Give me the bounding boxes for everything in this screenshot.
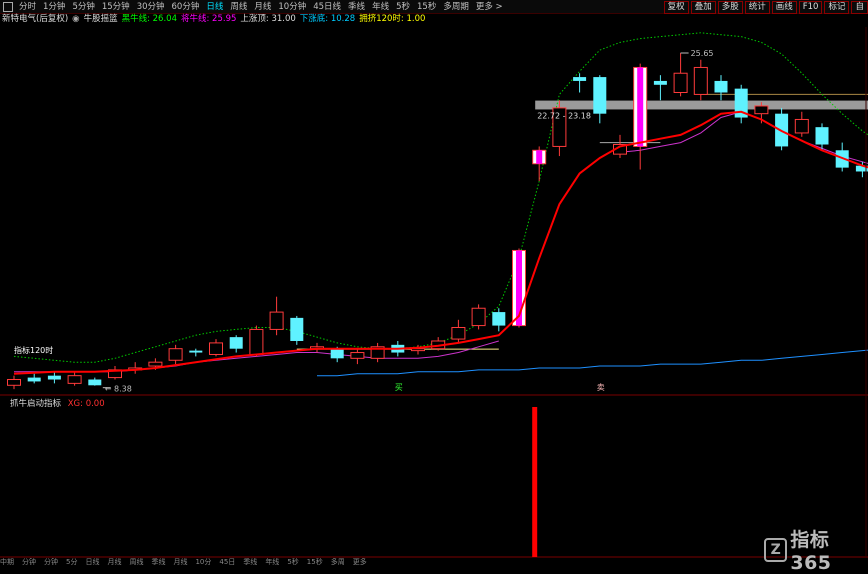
candle-body-7[interactable] <box>148 361 163 367</box>
candle-body-40[interactable] <box>815 127 829 145</box>
candle-body-11[interactable] <box>229 337 243 349</box>
bottom-tab-15[interactable]: 多周 <box>331 558 345 566</box>
bottom-tab-16[interactable]: 更多 <box>353 558 367 566</box>
kline-chart[interactable]: 25.65 ← 8.38 22.72 - 23.18 指标120时买 卖 <box>0 0 868 566</box>
bottom-tab-6[interactable]: 周线 <box>129 558 143 566</box>
bottom-tab-2[interactable]: 分钟 <box>44 558 58 566</box>
buy-signal: 买 <box>395 383 403 392</box>
bottom-tab-12[interactable]: 年线 <box>265 558 279 566</box>
watermark-text: 指标365 <box>790 529 832 574</box>
indicator-name[interactable]: 抓牛启动指标 <box>10 399 61 409</box>
candle-body-14[interactable] <box>290 317 304 341</box>
candle-body-16[interactable] <box>330 348 344 359</box>
candle-body-17[interactable] <box>350 352 365 359</box>
candle-body-34[interactable] <box>693 66 708 95</box>
indicator-title: 抓牛启动指标 XG: 0.00 <box>10 397 109 409</box>
candle-body-9[interactable] <box>189 350 203 353</box>
candle-body-1[interactable] <box>27 377 41 382</box>
candle-body-39[interactable] <box>794 118 809 134</box>
candle-body-24[interactable] <box>492 312 506 326</box>
candle-body-8[interactable] <box>168 348 183 361</box>
candle-body-12[interactable] <box>249 328 264 355</box>
bottom-tab-0[interactable]: 中期 <box>0 558 14 566</box>
low-label: ← 8.38 <box>105 385 132 394</box>
bottom-tab-9[interactable]: 10分 <box>195 558 211 566</box>
bottom-tab-1[interactable]: 分钟 <box>22 558 36 566</box>
candle-body-33[interactable] <box>673 72 688 93</box>
candle-body-29[interactable] <box>593 77 607 114</box>
bottom-tab-4[interactable]: 日线 <box>85 558 99 566</box>
bottom-tab-10[interactable]: 45日 <box>219 558 235 566</box>
high-label: 25.65 <box>691 49 714 58</box>
candle-body-22[interactable] <box>451 327 466 340</box>
candle-body-20[interactable] <box>411 348 425 352</box>
bottom-bar: 中期 分钟 分钟 5分 日线 月线 周线 季线 月线 10分 45日 季线 年线 5秒 15秒 多周 更多 <box>0 558 868 566</box>
left-label: 指标120时 <box>14 345 53 355</box>
ma2-line-1 <box>619 111 868 164</box>
sell-signal: 卖 <box>597 383 605 392</box>
bottom-tab-11[interactable]: 季线 <box>243 558 257 566</box>
upper-band-line-0 <box>13 32 868 363</box>
candle-body-37[interactable] <box>754 105 769 115</box>
band-label: 22.72 - 23.18 <box>537 111 591 120</box>
bottom-tab-3[interactable]: 5分 <box>66 558 77 566</box>
candle-body-2[interactable] <box>47 375 61 380</box>
candle-body-3[interactable] <box>67 375 82 384</box>
candle-body-28[interactable] <box>573 77 587 81</box>
watermark-logo-icon: Z <box>764 537 788 562</box>
bottom-tab-7[interactable]: 季线 <box>151 558 165 566</box>
candle-body-35[interactable] <box>714 80 728 93</box>
watermark: Z 指标365 <box>764 525 868 574</box>
candle-body-23[interactable] <box>471 307 486 327</box>
bottom-tab-8[interactable]: 月线 <box>173 558 187 566</box>
candle-highlight-26 <box>536 150 543 164</box>
candle-body-4[interactable] <box>88 379 102 386</box>
candle-body-13[interactable] <box>269 311 284 330</box>
candle-body-0[interactable] <box>7 379 21 386</box>
ma-line-0 <box>13 110 868 375</box>
candle-highlight-31 <box>637 67 644 147</box>
bottom-tab-13[interactable]: 5秒 <box>287 558 298 566</box>
bottom-tab-14[interactable]: 15秒 <box>307 558 323 566</box>
candle-body-32[interactable] <box>653 80 667 85</box>
candle-body-10[interactable] <box>209 342 223 355</box>
indicator-value: XG: 0.00 <box>67 399 105 409</box>
price-band <box>535 100 868 110</box>
bottom-tab-5[interactable]: 月线 <box>107 558 121 566</box>
signal-bar[interactable] <box>532 407 538 557</box>
